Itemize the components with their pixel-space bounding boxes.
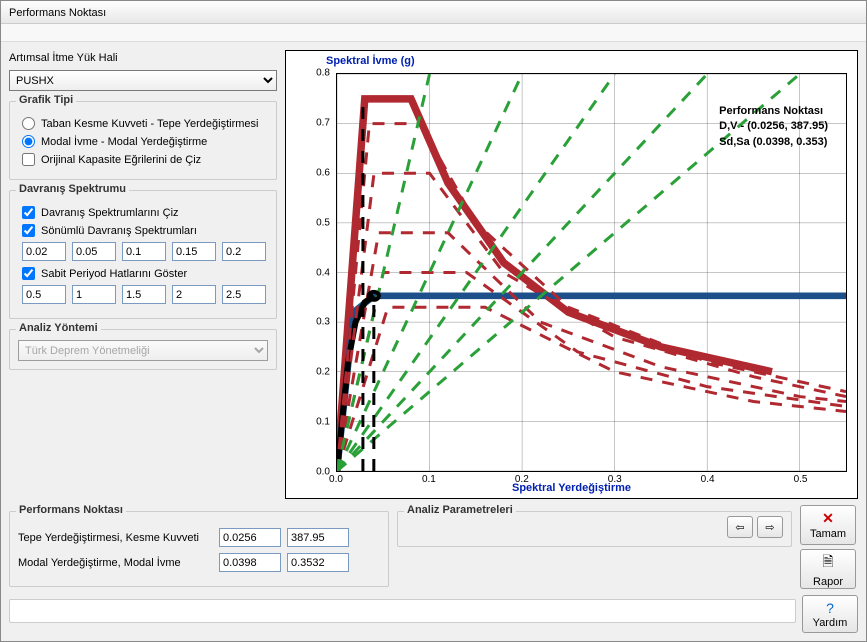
- check-spektrum-label: Davranış Spektrumlarını Çiz: [41, 207, 179, 219]
- load-case-label: Artımsal İtme Yük Hali: [9, 52, 277, 64]
- sonumlu-4[interactable]: [222, 242, 266, 261]
- analiz-param-group: Analiz Parametreleri ⇦ ⇨: [397, 511, 792, 547]
- chart-area: Spektral İvme (g) 0.00.10.20.30.40.50.60…: [285, 50, 858, 499]
- lower-area: Performans Noktası Tepe Yerdeğiştirmesi,…: [9, 505, 858, 589]
- content: Artımsal İtme Yük Hali PUSHX Grafik Tipi…: [1, 42, 866, 641]
- sonumlu-2[interactable]: [122, 242, 166, 261]
- check-spektrum[interactable]: [22, 206, 35, 219]
- perf-sd-input[interactable]: [219, 553, 281, 572]
- sonumlu-1[interactable]: [72, 242, 116, 261]
- sabit-inputs: [22, 285, 268, 304]
- sonumlu-inputs: [22, 242, 268, 261]
- chart-annotation: Performans Noktası D,V - (0.0256, 387.95…: [719, 104, 828, 150]
- radio-modal[interactable]: [22, 135, 35, 148]
- titlebar: Performans Noktası: [1, 1, 866, 24]
- grafik-tipi-legend: Grafik Tipi: [16, 94, 76, 106]
- document-icon: 🗎: [822, 551, 833, 575]
- sabit-3[interactable]: [172, 285, 216, 304]
- perf-d-input[interactable]: [219, 528, 281, 547]
- davranis-legend: Davranış Spektrumu: [16, 183, 129, 195]
- check-sabit-label: Sabit Periyod Hatlarını Göster: [41, 268, 187, 280]
- check-original-curve[interactable]: [22, 153, 35, 166]
- rapor-button[interactable]: 🗎Rapor: [800, 549, 856, 589]
- sonumlu-3[interactable]: [172, 242, 216, 261]
- arrow-right-icon: ⇨: [765, 521, 774, 534]
- analiz-yontemi-legend: Analiz Yöntemi: [16, 322, 101, 334]
- tamam-button[interactable]: ✕Tamam: [800, 505, 856, 545]
- radio-taban-label: Taban Kesme Kuvveti - Tepe Yerdeğiştirme…: [41, 118, 258, 130]
- grafik-tipi-group: Grafik Tipi Taban Kesme Kuvveti - Tepe Y…: [9, 101, 277, 180]
- toolbar-strip: [1, 24, 866, 42]
- davranis-group: Davranış Spektrumu Davranış Spektrumları…: [9, 190, 277, 319]
- radio-modal-label: Modal İvme - Modal Yerdeğiştirme: [41, 136, 207, 148]
- performans-legend: Performans Noktası: [16, 504, 126, 516]
- dialog-window: Performans Noktası Artımsal İtme Yük Hal…: [0, 0, 867, 642]
- yardim-button[interactable]: ?Yardım: [802, 595, 858, 633]
- load-case-select[interactable]: PUSHX: [9, 70, 277, 91]
- check-sonumlu-label: Sönümlü Davranış Spektrumları: [41, 225, 197, 237]
- sabit-2[interactable]: [122, 285, 166, 304]
- chart-y-ticks: 0.00.10.20.30.40.50.60.70.8: [286, 73, 334, 472]
- check-sonumlu[interactable]: [22, 224, 35, 237]
- status-bar: [9, 599, 796, 623]
- perf-row1-label: Tepe Yerdeğiştirmesi, Kesme Kuvveti: [18, 532, 213, 544]
- chart-plot: Performans Noktası D,V - (0.0256, 387.95…: [336, 73, 847, 472]
- prev-button[interactable]: ⇦: [727, 516, 753, 538]
- perf-v-input[interactable]: [287, 528, 349, 547]
- analiz-yontemi-select: Türk Deprem Yönetmeliği: [18, 340, 268, 361]
- close-icon: ✕: [822, 510, 834, 527]
- arrow-left-icon: ⇦: [735, 521, 744, 534]
- performans-group: Performans Noktası Tepe Yerdeğiştirmesi,…: [9, 511, 389, 587]
- left-panel: Artımsal İtme Yük Hali PUSHX Grafik Tipi…: [9, 50, 277, 499]
- window-title: Performans Noktası: [9, 7, 106, 19]
- sabit-4[interactable]: [222, 285, 266, 304]
- perf-sa-input[interactable]: [287, 553, 349, 572]
- check-sabit[interactable]: [22, 267, 35, 280]
- upper-area: Artımsal İtme Yük Hali PUSHX Grafik Tipi…: [9, 50, 858, 499]
- analiz-param-legend: Analiz Parametreleri: [404, 504, 516, 516]
- sabit-0[interactable]: [22, 285, 66, 304]
- analiz-yontemi-group: Analiz Yöntemi Türk Deprem Yönetmeliği: [9, 329, 277, 370]
- check-original-curve-label: Orijinal Kapasite Eğrilerini de Çiz: [41, 154, 201, 166]
- radio-taban[interactable]: [22, 117, 35, 130]
- sabit-1[interactable]: [72, 285, 116, 304]
- right-buttons: ✕Tamam 🗎Rapor: [800, 505, 858, 589]
- chart-x-title: Spektral Yerdeğiştirme: [512, 482, 631, 494]
- chart-y-title: Spektral İvme (g): [326, 55, 415, 67]
- sonumlu-0[interactable]: [22, 242, 66, 261]
- perf-row2-label: Modal Yerdeğiştirme, Modal İvme: [18, 557, 213, 569]
- help-icon: ?: [826, 600, 834, 616]
- next-button[interactable]: ⇨: [757, 516, 783, 538]
